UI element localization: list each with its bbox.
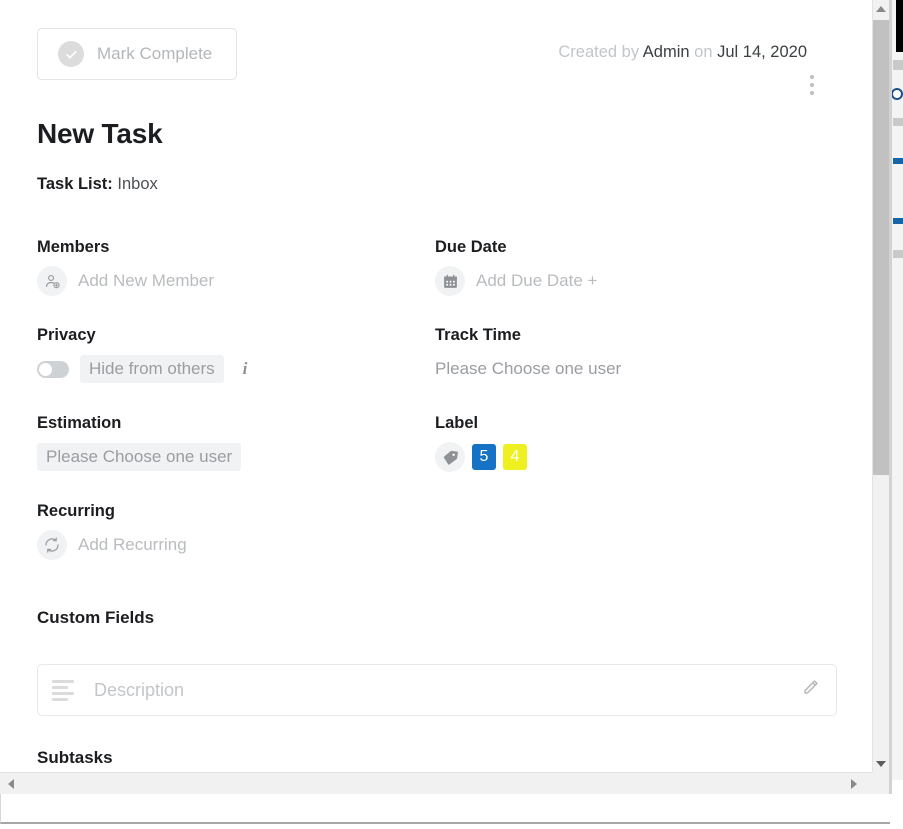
task-detail-pane: Mark Complete Created by Admin on Jul 14… [0, 0, 872, 772]
vertical-scrollbar[interactable] [872, 0, 889, 772]
due-date-label: Due Date [435, 238, 507, 256]
created-prefix-label: Created by [558, 43, 640, 61]
label-field: Label 5 4 [435, 414, 835, 472]
window-right-rail [889, 0, 892, 794]
label-section-label: Label [435, 414, 479, 432]
privacy-field: Privacy Hide from others i [37, 326, 427, 384]
background-circle-fragment [891, 88, 903, 100]
scrollbar-corner [872, 772, 889, 794]
window-bottom-area [0, 794, 890, 824]
toggle-knob [39, 362, 52, 376]
task-detail-screen: Mark Complete Created by Admin on Jul 14… [0, 0, 903, 829]
recurring-label: Recurring [37, 502, 115, 520]
fields-row-1: Members Add New Member Due Date Add Due … [37, 238, 837, 326]
background-fragment-accent [893, 218, 903, 224]
background-fragment-accent [893, 158, 903, 164]
add-new-member-label: Add New Member [78, 271, 215, 290]
kebab-menu-icon[interactable] [802, 70, 822, 100]
created-on-word: on [694, 43, 713, 61]
description-placeholder: Description [94, 679, 185, 700]
members-label: Members [37, 238, 110, 256]
privacy-label: Privacy [37, 326, 96, 344]
created-date: Jul 14, 2020 [717, 43, 807, 61]
background-window-black-strip [896, 0, 903, 52]
estimation-label: Estimation [37, 414, 122, 432]
task-list-line: Task List: Inbox [37, 175, 158, 194]
mark-complete-label: Mark Complete [97, 44, 213, 63]
description-input[interactable]: Description [37, 664, 837, 716]
fields-row-4: Recurring Add Recurring [37, 502, 837, 582]
label-badge[interactable]: 5 [472, 444, 496, 470]
created-by-user: Admin [642, 43, 690, 61]
background-fragment [893, 118, 903, 126]
track-time-value: Please Choose one user [435, 359, 622, 378]
track-time-field: Track Time Please Choose one user [435, 326, 835, 384]
due-date-field: Due Date Add Due Date + [435, 238, 835, 296]
background-fragment [893, 60, 903, 70]
scroll-left-arrow-icon[interactable] [2, 773, 19, 794]
mark-complete-button[interactable]: Mark Complete [37, 28, 238, 80]
task-list-value: Inbox [117, 175, 158, 193]
tag-icon[interactable] [435, 442, 465, 472]
custom-fields-heading: Custom Fields [37, 608, 155, 627]
subtasks-heading: Subtasks [37, 748, 113, 767]
task-list-label: Task List: [37, 175, 113, 193]
pencil-icon[interactable] [800, 678, 820, 703]
text-lines-icon [52, 680, 78, 701]
label-row: 5 4 [435, 442, 835, 472]
task-fields-grid: Members Add New Member Due Date Add Due … [37, 238, 837, 582]
add-due-date-button[interactable]: Add Due Date + [435, 266, 835, 296]
label-badge[interactable]: 4 [503, 444, 527, 470]
estimation-field: Estimation Please Choose one user [37, 414, 427, 472]
track-time-label: Track Time [435, 326, 521, 344]
page-title: New Task [37, 118, 163, 149]
privacy-row: Hide from others i [37, 354, 427, 384]
add-due-date-label: Add Due Date + [476, 271, 598, 290]
background-fragment [893, 250, 903, 258]
scroll-right-arrow-icon[interactable] [845, 773, 862, 794]
fields-row-3: Estimation Please Choose one user Label [37, 414, 837, 502]
add-recurring-label: Add Recurring [78, 535, 187, 554]
estimation-row[interactable]: Please Choose one user [37, 442, 427, 472]
estimation-value: Please Choose one user [37, 443, 242, 471]
track-time-row[interactable]: Please Choose one user [435, 354, 835, 384]
recurring-icon [37, 530, 67, 560]
add-member-icon [37, 266, 67, 296]
add-recurring-button[interactable]: Add Recurring [37, 530, 427, 560]
vertical-scrollbar-thumb[interactable] [873, 20, 889, 475]
check-circle-icon [58, 41, 84, 67]
hide-from-others-label: Hide from others [80, 355, 224, 383]
calendar-icon [435, 266, 465, 296]
fields-row-2: Privacy Hide from others i Track Time Pl… [37, 326, 837, 414]
task-header-row: Mark Complete Created by Admin on Jul 14… [37, 28, 852, 95]
recurring-field: Recurring Add Recurring [37, 502, 427, 560]
created-by-info: Created by Admin on Jul 14, 2020 [558, 43, 807, 62]
horizontal-scrollbar[interactable] [0, 772, 872, 794]
info-icon[interactable]: i [243, 359, 248, 379]
scroll-down-arrow-icon[interactable] [873, 755, 889, 772]
hide-from-others-toggle[interactable] [37, 360, 69, 378]
add-new-member-button[interactable]: Add New Member [37, 266, 427, 296]
scroll-up-arrow-icon[interactable] [873, 0, 889, 17]
members-field: Members Add New Member [37, 238, 427, 296]
